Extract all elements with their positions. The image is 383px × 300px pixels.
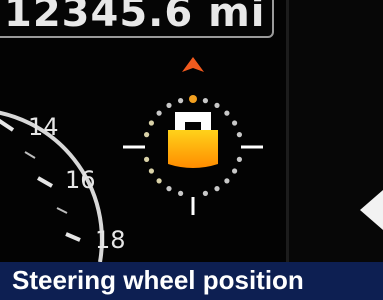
instrument-cluster-display: 12345.6 mi 14 16 18 Steering wheel posit…: [0, 0, 383, 300]
tick-mark: [0, 118, 15, 132]
position-dot: [148, 168, 154, 174]
speed-tick-label: 16: [65, 166, 96, 194]
position-dot: [236, 156, 242, 162]
position-dot: [189, 95, 197, 103]
position-dot: [214, 186, 220, 192]
position-dot: [178, 190, 184, 196]
position-dot: [166, 102, 172, 108]
caption-title: Steering wheel position: [12, 265, 304, 295]
speed-tick-label: 14: [28, 113, 59, 141]
position-dot: [202, 98, 208, 104]
tick-mark: [37, 176, 53, 188]
tick-mark: [24, 151, 36, 159]
position-dot: [156, 110, 162, 116]
caption-bar: Steering wheel position: [0, 262, 383, 300]
tick-mark: [56, 207, 68, 214]
position-dot: [144, 156, 150, 162]
steering-position-indicator: [123, 57, 263, 215]
position-dot: [232, 120, 238, 126]
position-dot: [156, 178, 162, 184]
position-dot: [202, 190, 208, 196]
position-dot: [144, 132, 150, 138]
arrow-up-icon: [182, 57, 204, 72]
steering-bracket-icon: [175, 112, 211, 130]
steering-bar-icon: [168, 130, 218, 168]
position-dot: [148, 120, 154, 126]
position-dot: [166, 186, 172, 192]
position-dot: [178, 98, 184, 104]
position-dot: [224, 178, 230, 184]
position-dot: [224, 110, 230, 116]
position-dot: [214, 102, 220, 108]
speed-tick-label: 18: [95, 226, 126, 254]
tick-mark: [65, 232, 81, 242]
position-dot: [232, 168, 238, 174]
position-dot: [236, 132, 242, 138]
